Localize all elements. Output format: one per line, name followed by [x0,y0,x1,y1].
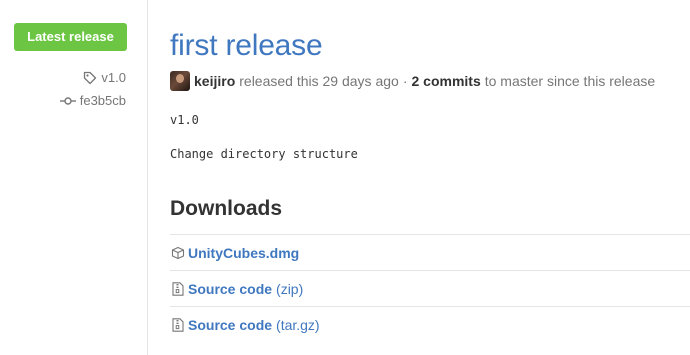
release-meta: keijiro released this 29 days ago · 2 co… [170,71,655,91]
avatar[interactable] [170,71,190,91]
download-item-zip[interactable]: Source code (zip) [170,270,690,306]
meta-separator: · [402,73,408,89]
tag-label: v1.0 [101,70,126,85]
latest-release-badge: Latest release [14,23,127,51]
download-name[interactable]: Source code [188,317,272,333]
download-item-targz[interactable]: Source code (tar.gz) [170,306,690,342]
release-description: Change directory structure [170,147,358,161]
author-link[interactable]: keijiro [194,73,235,89]
commit-hash: fe3b5cb [79,93,126,108]
download-ext[interactable]: (tar.gz) [276,317,320,333]
package-icon [170,246,186,260]
file-zip-icon [170,317,186,332]
released-text: released this 29 days ago [239,73,399,89]
download-ext[interactable]: (zip) [276,281,303,297]
download-item-dmg[interactable]: UnityCubes.dmg [170,234,690,270]
git-commit-icon [59,96,76,106]
release-title[interactable]: first release [170,29,323,63]
downloads-heading: Downloads [170,197,283,220]
commits-link[interactable]: 2 commits [411,73,480,89]
downloads-list: UnityCubes.dmg Source code (zip) Source … [170,234,690,342]
download-name[interactable]: Source code [188,281,272,297]
tag-link[interactable]: v1.0 [83,70,126,85]
release-sidebar: Latest release v1.0 fe3b5cb [0,0,148,355]
commit-link[interactable]: fe3b5cb [59,93,126,108]
tag-icon [83,71,97,85]
release-version-text: v1.0 [170,113,199,127]
commits-suffix: to master since this release [484,73,656,89]
download-name[interactable]: UnityCubes.dmg [188,245,299,261]
file-zip-icon [170,281,186,296]
